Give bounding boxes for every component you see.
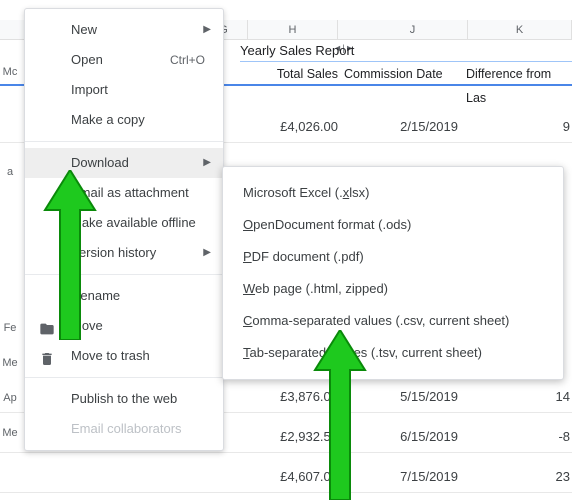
menu-label: Email as attachment [71,185,189,200]
menu-label: Move [71,318,103,333]
trash-icon [39,348,55,364]
submenu-label-post: ab-separated values (.tsv, current sheet… [250,345,482,360]
menu-item-email-attachment[interactable]: Email as attachment [25,178,223,208]
header-total-sales[interactable]: Total Sales [258,62,338,86]
submenu-label-u: O [243,217,253,232]
menu-item-open[interactable]: Open Ctrl+O [25,45,223,75]
cell-commission-date[interactable]: 5/15/2019 [358,380,458,413]
row-label: a [0,166,20,178]
submenu-item-pdf[interactable]: PDF document (.pdf) [223,241,563,273]
menu-label: Download [71,155,129,170]
submenu-label-u: W [243,281,255,296]
menu-item-make-offline[interactable]: Make available offline [25,208,223,238]
submenu-label-post: eb page (.html, zipped) [255,281,388,296]
menu-label: Make available offline [71,215,196,230]
submenu-item-xlsx[interactable]: Microsoft Excel (.xlsx) [223,177,563,209]
menu-label: Move to trash [71,348,150,363]
submenu-item-tsv[interactable]: Tab-separated values (.tsv, current shee… [223,337,563,369]
cell-commission-date[interactable]: 2/15/2019 [358,110,458,143]
menu-item-new[interactable]: New ▶ [25,15,223,45]
folder-icon [39,318,55,334]
column-header-j[interactable]: J [358,20,468,40]
cell-difference[interactable]: 23 [540,460,570,493]
row-label: Me [0,357,20,369]
submenu-item-ods[interactable]: OpenDocument format (.ods) [223,209,563,241]
menu-item-move-to-trash[interactable]: Move to trash [25,341,223,371]
menu-item-import[interactable]: Import [25,75,223,105]
menu-item-move[interactable]: Move [25,311,223,341]
menu-item-version-history[interactable]: Version history ▶ [25,238,223,268]
menu-shortcut: Ctrl+O [170,45,205,75]
submenu-label-post: omma-separated values (.csv, current she… [252,313,509,328]
submenu-label-post: penDocument format (.ods) [253,217,411,232]
menu-separator [25,274,223,275]
download-submenu: Microsoft Excel (.xlsx) OpenDocument for… [222,166,564,380]
menu-item-email-collaborators[interactable]: Email collaborators [25,414,223,444]
row-label: Fe [0,322,20,334]
sheet-title-row[interactable]: Yearly Sales Report [240,40,572,62]
submenu-item-web[interactable]: Web page (.html, zipped) [223,273,563,305]
menu-label: Version history [71,245,156,260]
submenu-label-post: DF document (.pdf) [252,249,364,264]
menu-label: Email collaborators [71,421,182,436]
cell-commission-date[interactable]: 6/15/2019 [358,420,458,453]
submenu-item-csv[interactable]: Comma-separated values (.csv, current sh… [223,305,563,337]
chevron-right-icon: ▶ [203,148,211,178]
chevron-right-icon: ▶ [203,15,211,45]
cell-total-sales[interactable]: £4,607.00 [248,460,338,493]
cell-difference[interactable]: 9 [540,110,570,143]
chevron-right-icon: ▶ [203,238,211,268]
row-label: Mc [0,66,20,78]
menu-label: Open [71,52,103,67]
cell-total-sales[interactable]: £4,026.00 [248,110,338,143]
cell-commission-date[interactable]: 7/15/2019 [358,460,458,493]
cell-difference[interactable]: 14 [540,380,570,413]
menu-separator [25,377,223,378]
submenu-label-pre: Microsoft Excel (. [243,185,343,200]
menu-label: New [71,22,97,37]
menu-item-rename[interactable]: Rename [25,281,223,311]
column-header-k[interactable]: K [468,20,572,40]
submenu-label-u: C [243,313,252,328]
file-menu: New ▶ Open Ctrl+O Import Make a copy Dow… [24,8,224,451]
menu-label: Rename [71,288,120,303]
menu-label: Make a copy [71,112,145,127]
sheet-title: Yearly Sales Report [240,43,354,58]
table-row[interactable]: £4,607.00 7/15/2019 23 [0,460,572,493]
header-difference[interactable]: Difference from Las [466,62,572,86]
submenu-label-post: lsx) [349,185,369,200]
menu-item-download[interactable]: Download ▶ [25,148,223,178]
menu-label: Publish to the web [71,391,177,406]
cell-difference[interactable]: -8 [540,420,570,453]
menu-item-publish-web[interactable]: Publish to the web [25,384,223,414]
menu-separator [25,141,223,142]
submenu-label-u: P [243,249,252,264]
header-commission-date[interactable]: Commission Date [344,62,462,86]
menu-item-make-copy[interactable]: Make a copy [25,105,223,135]
menu-label: Import [71,82,108,97]
column-header-h[interactable]: H [248,20,338,40]
cell-total-sales[interactable]: £2,932.50 [248,420,338,453]
cell-total-sales[interactable]: £3,876.00 [248,380,338,413]
